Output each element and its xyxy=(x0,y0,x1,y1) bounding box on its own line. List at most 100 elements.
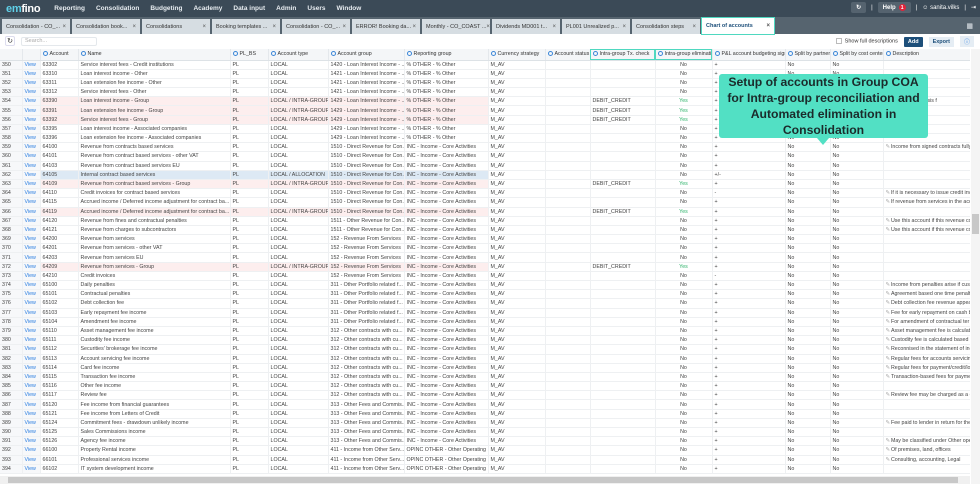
edit-icon[interactable]: ✎ xyxy=(886,420,890,426)
edit-icon[interactable]: ✎ xyxy=(886,457,890,463)
table-row[interactable]: 368 View 64121 Revenue from charges to subc… xyxy=(0,225,970,236)
column-header-2[interactable]: Account xyxy=(40,49,79,61)
view-link[interactable]: View xyxy=(22,234,41,245)
vertical-scrollbar[interactable] xyxy=(971,49,980,484)
view-link[interactable]: View xyxy=(22,464,41,474)
table-row[interactable]: 390 View 65125 Sales Commissions income PL LO… xyxy=(0,427,970,438)
table-row[interactable]: 394 View 66102 IT system development income… xyxy=(0,464,970,474)
edit-icon[interactable]: ✎ xyxy=(886,291,890,297)
column-header-4[interactable]: PL_BS xyxy=(230,49,269,61)
table-row[interactable]: 379 View 65110 Asset management fee income P… xyxy=(0,326,970,337)
edit-icon[interactable]: ✎ xyxy=(886,227,890,233)
edit-icon[interactable]: ✎ xyxy=(886,356,890,362)
table-row[interactable]: 360 View 64101 Revenue from contract based … xyxy=(0,151,970,162)
view-link[interactable]: View xyxy=(22,335,41,346)
edit-icon[interactable]: ✎ xyxy=(886,438,890,444)
column-header-12[interactable]: P&L account budgeting sign xyxy=(712,49,786,61)
table-row[interactable]: 350 View 63302 Service interest fees - Cred… xyxy=(0,60,970,70)
tab-1[interactable]: Consolidation book... × xyxy=(72,19,140,34)
table-row[interactable]: 378 View 65104 Amendment fee income PL LOCAL 3… xyxy=(0,317,970,327)
close-icon[interactable]: × xyxy=(132,24,136,30)
view-link[interactable]: View xyxy=(22,289,41,300)
view-link[interactable]: View xyxy=(22,436,41,447)
view-link[interactable]: View xyxy=(22,271,41,282)
view-link[interactable]: View xyxy=(22,280,41,291)
view-link[interactable]: View xyxy=(22,225,41,236)
edit-icon[interactable]: ✎ xyxy=(886,328,890,334)
emfino-logo[interactable]: emfino xyxy=(6,3,41,15)
edit-icon[interactable]: ✎ xyxy=(886,374,890,380)
edit-icon[interactable]: ✎ xyxy=(886,199,890,205)
edit-icon[interactable]: ✎ xyxy=(886,346,890,352)
view-link[interactable]: View xyxy=(22,78,41,89)
edit-icon[interactable]: ✎ xyxy=(886,310,890,316)
view-link[interactable]: View xyxy=(22,216,41,226)
view-link[interactable]: View xyxy=(22,455,41,465)
view-link[interactable]: View xyxy=(22,262,41,272)
tab-4[interactable]: Consolidation - CO_... × xyxy=(282,19,350,34)
table-row[interactable]: 370 View 64201 Revenue from services - othe… xyxy=(0,243,970,254)
table-row[interactable]: 393 View 66101 Professional services income… xyxy=(0,455,970,465)
edit-icon[interactable]: ✎ xyxy=(886,337,890,343)
refresh-icon[interactable]: ↻ xyxy=(5,36,15,46)
close-icon[interactable]: × xyxy=(552,24,556,30)
tab-0[interactable]: Consolidation - CO_... × xyxy=(2,19,70,34)
menu-window[interactable]: Window xyxy=(336,5,361,12)
view-link[interactable]: View xyxy=(22,161,41,171)
close-icon[interactable]: × xyxy=(692,24,696,30)
column-header-14[interactable]: Split by cost center xyxy=(830,49,884,61)
table-row[interactable]: 391 View 65126 Agency fee income PL LOCAL 313 … xyxy=(0,436,970,447)
tab-5[interactable]: ERROR! Booking da... × xyxy=(352,19,420,34)
table-row[interactable]: 387 View 65120 Fee income from financial gu… xyxy=(0,399,970,410)
table-row[interactable]: 382 View 65113 Account servicing fee income… xyxy=(0,354,970,364)
view-link[interactable]: View xyxy=(22,381,41,392)
table-row[interactable]: 365 View 64115 Accrued income / Deferred in… xyxy=(0,197,970,208)
edit-icon[interactable]: ✎ xyxy=(886,300,890,306)
help-button[interactable]: Help 1 xyxy=(877,2,911,13)
close-icon[interactable]: × xyxy=(202,24,206,30)
view-link[interactable]: View xyxy=(22,60,41,70)
table-row[interactable]: 367 View 64120 Revenue from fines and contr… xyxy=(0,216,970,226)
show-full-descriptions-checkbox[interactable]: Show full descriptions xyxy=(835,38,898,45)
view-link[interactable]: View xyxy=(22,399,41,410)
table-row[interactable]: 381 View 65112 Securities' brokerage fee in… xyxy=(0,344,970,355)
tab-3[interactable]: Booking templates ... × xyxy=(212,19,280,34)
view-link[interactable]: View xyxy=(22,418,41,429)
edit-icon[interactable]: ✎ xyxy=(886,190,890,196)
column-header-1[interactable] xyxy=(22,49,41,61)
table-row[interactable]: 374 View 65100 Daily penalties PL LOCAL 311 - … xyxy=(0,280,970,291)
table-row[interactable]: 366 View 64119 Accrued income / Deferred in… xyxy=(0,207,970,217)
column-header-10[interactable]: Intra-group Tx. check xyxy=(590,49,656,61)
tab-10[interactable]: Chart of accounts × xyxy=(701,17,775,35)
view-link[interactable]: View xyxy=(22,188,41,199)
view-link[interactable]: View xyxy=(22,115,41,125)
view-link[interactable]: View xyxy=(22,390,41,401)
tab-6[interactable]: Monthly - CO_COAST ... × xyxy=(422,19,490,34)
logout-icon[interactable]: ⇥ xyxy=(971,4,976,11)
menu-consolidation[interactable]: Consolidation xyxy=(96,5,139,12)
close-icon[interactable]: × xyxy=(62,24,66,30)
table-row[interactable]: 373 View 64210 Credit invoices PL LOCAL 152 - … xyxy=(0,271,970,282)
view-link[interactable]: View xyxy=(22,197,41,208)
edit-icon[interactable]: ✎ xyxy=(886,144,890,150)
view-link[interactable]: View xyxy=(22,170,41,180)
table-row[interactable]: 372 View 64209 Revenue from services - Grou… xyxy=(0,262,970,272)
view-link[interactable]: View xyxy=(22,124,41,135)
user-menu[interactable]: ☺ sanita.vilks xyxy=(922,5,959,11)
table-row[interactable]: 364 View 64110 Credit invoices for contract… xyxy=(0,188,970,199)
column-header-9[interactable]: Account status xyxy=(545,49,591,61)
view-link[interactable]: View xyxy=(22,142,41,153)
table-row[interactable]: 392 View 66100 Property Rental income PL LOCA… xyxy=(0,445,970,456)
menu-data-input[interactable]: Data input xyxy=(233,5,265,12)
close-icon[interactable]: × xyxy=(766,23,770,29)
menu-academy[interactable]: Academy xyxy=(193,5,222,12)
view-link[interactable]: View xyxy=(22,409,41,419)
view-link[interactable]: View xyxy=(22,252,41,263)
column-header-7[interactable]: Reporting group xyxy=(404,49,489,61)
reload-icon[interactable]: ↻ xyxy=(851,2,867,13)
view-link[interactable]: View xyxy=(22,179,41,190)
menu-reporting[interactable]: Reporting xyxy=(54,5,85,12)
column-header-5[interactable]: Account type xyxy=(268,49,329,61)
edit-icon[interactable]: ✎ xyxy=(886,392,890,398)
view-link[interactable]: View xyxy=(22,354,41,364)
